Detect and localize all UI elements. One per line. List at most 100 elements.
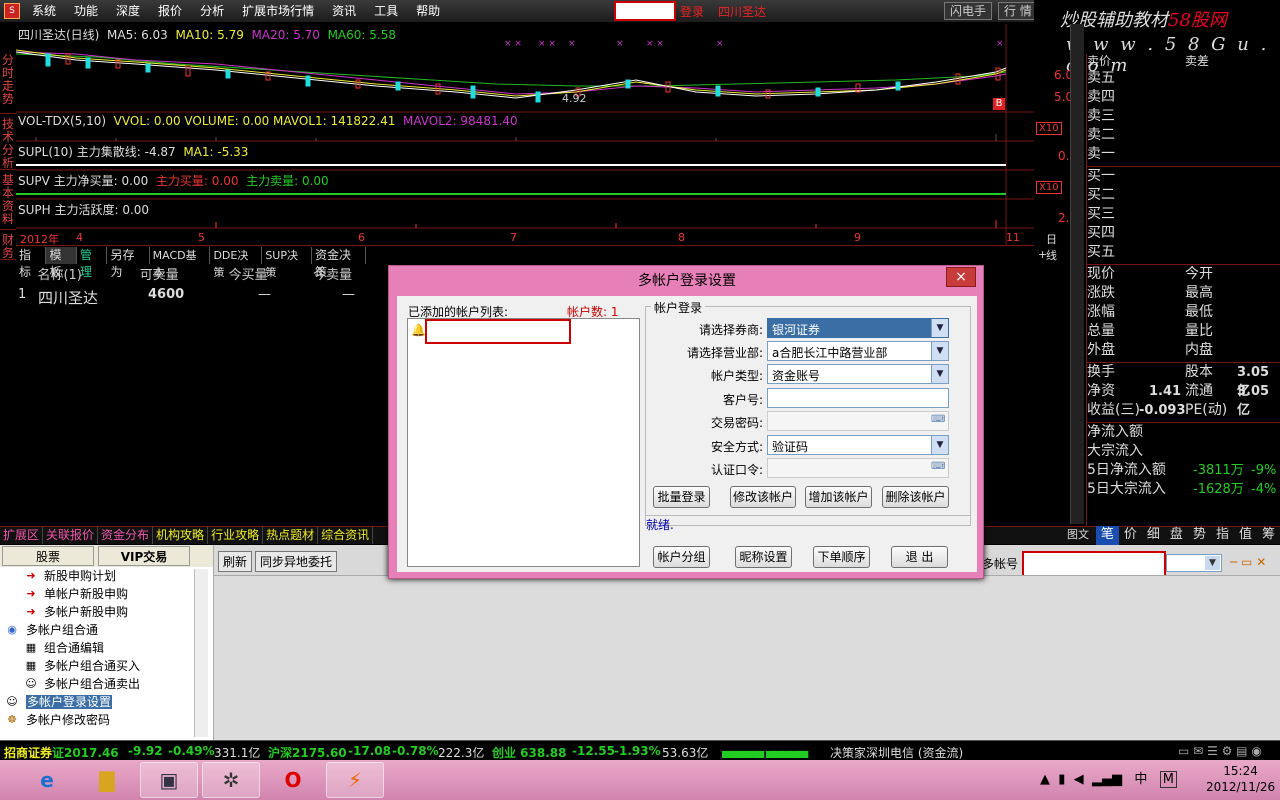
- flow-label: 5日净流入额: [1087, 462, 1166, 478]
- broker-select[interactable]: 银河证券: [767, 318, 949, 338]
- refresh-button[interactable]: 刷新: [218, 551, 253, 572]
- side-tab-finance[interactable]: 财务: [0, 230, 16, 260]
- menu-ext-market[interactable]: 扩展市场行情: [233, 0, 323, 22]
- side-tab-technical[interactable]: 技术分析: [0, 114, 16, 170]
- pos-row-buy: —: [258, 287, 271, 302]
- cy-pct: -1.93%: [614, 744, 661, 758]
- tree-item-combo-buy[interactable]: ▦ 多帐户组合通买入: [0, 657, 213, 675]
- tree-scrollbar[interactable]: [194, 569, 208, 737]
- chevron-down-icon[interactable]: ▼: [931, 342, 948, 360]
- chart-zoom-controls[interactable]: + -: [1038, 248, 1055, 261]
- tool-icon[interactable]: ✲: [202, 762, 260, 798]
- modify-account-button[interactable]: 修改该帐户: [730, 486, 796, 508]
- window-controls[interactable]: ─ ▭ ✕: [1230, 555, 1266, 569]
- clock[interactable]: 15:24 2012/11/26: [1206, 763, 1275, 795]
- keyboard-icon[interactable]: ⌨: [931, 414, 945, 427]
- menu-system[interactable]: 系统: [23, 0, 65, 22]
- side-tab-intraday[interactable]: 分时走势: [0, 24, 16, 114]
- tree-item-change-pwd[interactable]: ☸ 多帐户修改密码: [0, 711, 213, 729]
- account-group-button[interactable]: 帐户分组: [653, 546, 710, 568]
- tab-fund-dist[interactable]: 资金分布: [98, 527, 154, 544]
- menu-function[interactable]: 功能: [65, 0, 107, 22]
- stat2-row: 换手 股本 3.05亿: [1087, 363, 1280, 399]
- opera-icon[interactable]: O: [264, 762, 322, 798]
- tree-item-single-ipo[interactable]: ➜ 单帐户新股申购: [0, 585, 213, 603]
- branch-select[interactable]: a合肥长江中路营业部: [767, 341, 949, 361]
- menu-depth[interactable]: 深度: [107, 0, 149, 22]
- tab-institution[interactable]: 机构攻略: [153, 527, 209, 544]
- menu-tools[interactable]: 工具: [365, 0, 407, 22]
- tb-template[interactable]: 模板: [46, 247, 77, 279]
- tb-macd[interactable]: MACD基本: [150, 247, 211, 279]
- nickname-button[interactable]: 昵称设置: [735, 546, 792, 568]
- account-list[interactable]: 🔔: [407, 318, 640, 567]
- client-input[interactable]: [767, 388, 949, 408]
- ma5-label: MA5: 6.03: [107, 28, 168, 42]
- tb-dde[interactable]: DDE决策: [210, 247, 263, 279]
- menu-news[interactable]: 资讯: [323, 0, 365, 22]
- status-tray-icons[interactable]: ▭ ✉ ☰ ⚙ ▤ ◉: [1178, 744, 1262, 758]
- tree-item-login-settings[interactable]: ☺ 多帐户登录设置: [0, 693, 213, 711]
- tb-indicator[interactable]: 指标: [16, 247, 47, 279]
- tb-fund[interactable]: 资金决策: [312, 247, 366, 279]
- ime-mode-icon[interactable]: M: [1159, 771, 1177, 788]
- tree-item-multi-ipo[interactable]: ➜ 多帐户新股申购: [0, 603, 213, 621]
- tab-ext-area[interactable]: 扩展区: [0, 527, 44, 544]
- position-row[interactable]: 1 四川圣达 4600 — —: [0, 287, 390, 308]
- login-link[interactable]: 登录: [680, 3, 704, 20]
- tree-item-combo-edit[interactable]: ▦ 组合通编辑: [0, 639, 213, 657]
- stat-label: 换手: [1087, 364, 1115, 380]
- tab-hot-topic[interactable]: 热点题材: [263, 527, 319, 544]
- tab-stock[interactable]: 股票: [2, 546, 94, 566]
- flash-trade-button[interactable]: 闪电手: [944, 2, 993, 20]
- globe-icon: ◉: [7, 623, 17, 636]
- quote-button[interactable]: 行 情: [998, 2, 1038, 20]
- quote-scrollbar[interactable]: [1070, 24, 1084, 524]
- security-select[interactable]: 验证码: [767, 435, 949, 455]
- tree-item-combo-sell[interactable]: ☺ 多帐户组合通卖出: [0, 675, 213, 693]
- branch-label: 请选择营业部:: [686, 346, 763, 360]
- side-tab-fundamentals[interactable]: 基本资料: [0, 170, 16, 230]
- account-type-select[interactable]: 资金账号: [767, 364, 949, 384]
- tab-industry[interactable]: 行业攻略: [208, 527, 264, 544]
- account-list-item-redacted[interactable]: [425, 319, 571, 344]
- tree-label: 多帐户修改密码: [26, 713, 111, 727]
- vol-scale-badge: X10: [1036, 122, 1062, 135]
- app-window-icon[interactable]: ▣: [140, 762, 198, 798]
- account-select[interactable]: ▼: [1166, 554, 1222, 572]
- exit-button[interactable]: 退 出: [891, 546, 948, 568]
- tab-related-quote[interactable]: 关联报价: [43, 527, 99, 544]
- menu-quote[interactable]: 报价: [149, 0, 191, 22]
- security-label: 安全方式:: [710, 440, 763, 454]
- chevron-down-icon[interactable]: ▼: [931, 319, 948, 337]
- login-group-label: 帐户登录: [651, 299, 706, 316]
- tb-manage[interactable]: 管理: [77, 247, 108, 279]
- tb-save-as[interactable]: 另存为: [107, 247, 150, 279]
- keyboard-icon[interactable]: ⌨: [931, 461, 945, 474]
- dialog-close-button[interactable]: ×: [946, 267, 976, 287]
- kline-chart[interactable]: × × × × × × × × × × 四川圣达(日线) MA5: 6.03 MA10: 5…: [16, 24, 1034, 246]
- order-sequence-button[interactable]: 下单顺序: [813, 546, 870, 568]
- password-input[interactable]: [767, 411, 949, 431]
- menu-help[interactable]: 帮助: [407, 0, 449, 22]
- tab-news[interactable]: 综合资讯: [318, 527, 374, 544]
- tb-sup[interactable]: SUP决策: [262, 247, 313, 279]
- tree-item-ipo-plan[interactable]: ➜ 新股申购计划: [0, 567, 213, 585]
- sync-orders-button[interactable]: 同步异地委托: [255, 551, 338, 572]
- news-ticker[interactable]: 决策家深圳电信 (资金流): [830, 744, 963, 761]
- tab-vip[interactable]: VIP交易: [98, 546, 190, 566]
- system-tray[interactable]: ▲ ▮ ◀ ▂▄▆ 中 M: [1040, 768, 1177, 788]
- add-account-button[interactable]: 增加该帐户: [805, 486, 872, 508]
- ask-4: 卖四: [1087, 89, 1115, 105]
- chevron-down-icon[interactable]: ▼: [931, 365, 948, 383]
- ie-icon[interactable]: e: [18, 762, 76, 798]
- ime-indicator[interactable]: 中: [1134, 772, 1147, 787]
- tree-item-combo[interactable]: ◉ 多帐户组合通: [0, 621, 213, 639]
- auth-input[interactable]: [767, 458, 949, 478]
- menu-analysis[interactable]: 分析: [191, 0, 233, 22]
- delete-account-button[interactable]: 删除该帐户: [882, 486, 949, 508]
- trading-app-icon[interactable]: ⚡: [326, 762, 384, 798]
- folder-icon[interactable]: ▇: [78, 762, 136, 798]
- batch-login-button[interactable]: 批量登录: [653, 486, 710, 508]
- chevron-down-icon[interactable]: ▼: [931, 436, 948, 454]
